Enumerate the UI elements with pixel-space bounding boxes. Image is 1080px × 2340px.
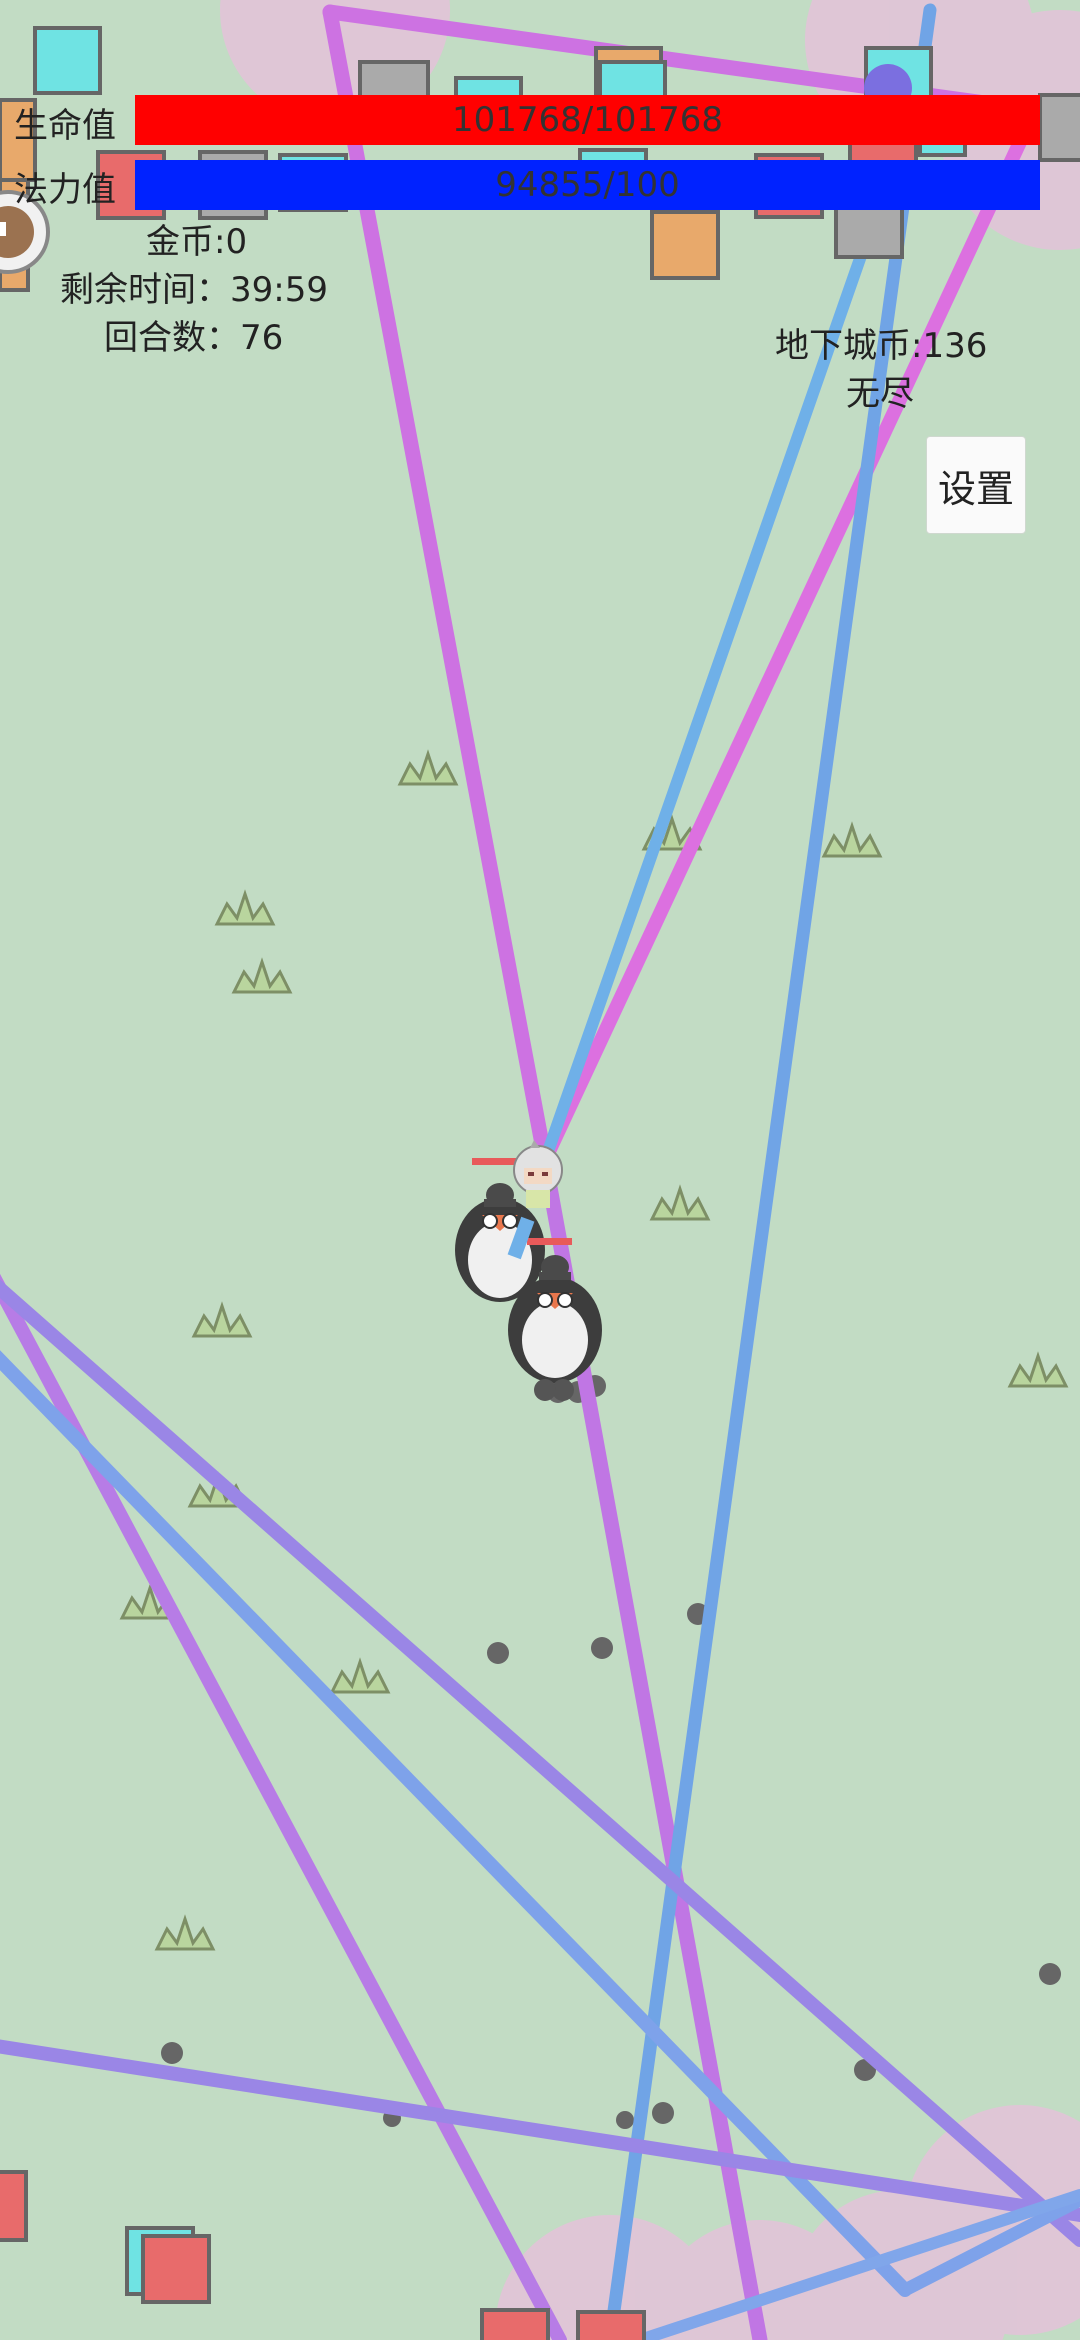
enemy-square (1038, 93, 1080, 162)
enemy-square (650, 210, 720, 280)
hp-value: 101768/101768 (451, 100, 724, 140)
settings-button[interactable]: 设置 (926, 436, 1026, 534)
mp-label: 法力值 (14, 170, 116, 210)
dungeon-coins: 地下城币:136 (775, 326, 988, 366)
gold-counter: 金币:0 (146, 222, 248, 262)
enemy-square (480, 2308, 550, 2340)
laser-beam (0, 2039, 1080, 2222)
grass-tuft (231, 957, 293, 994)
projectile-dot (161, 2042, 183, 2064)
grass-tuft (154, 1914, 216, 1951)
round-counter: 回合数：76 (104, 318, 284, 358)
enemy-square (33, 26, 102, 95)
enemy-health-bar (527, 1238, 572, 1245)
enemy-health-bar (472, 1158, 517, 1165)
enemy-square (141, 2234, 211, 2304)
mp-value: 94855/100 (495, 165, 680, 205)
grass-tuft (649, 1184, 711, 1221)
laser-beam (539, 224, 876, 1166)
grass-tuft (329, 1657, 391, 1694)
grass-tuft (191, 1301, 253, 1338)
hp-bar: 101768/101768 (135, 95, 1040, 145)
enemy-square (576, 2310, 646, 2340)
grass-tuft (397, 749, 459, 786)
mp-bar: 94855/100 (135, 160, 1040, 210)
projectile-dot (487, 1642, 509, 1664)
laser-beam (0, 1279, 1080, 2247)
grass-tuft (214, 889, 276, 926)
game-mode: 无尽 (846, 374, 914, 414)
enemy-square (0, 2170, 28, 2242)
laser-beam (0, 1273, 567, 2340)
projectile-dot (591, 1637, 613, 1659)
projectile-dot (616, 2111, 634, 2129)
projectile-dot (1039, 1963, 1061, 1985)
hp-label: 生命值 (14, 106, 116, 146)
grass-tuft (821, 821, 883, 858)
grass-tuft (1007, 1351, 1069, 1388)
projectile-dot (652, 2102, 674, 2124)
time-remaining: 剩余时间：39:59 (60, 270, 328, 310)
